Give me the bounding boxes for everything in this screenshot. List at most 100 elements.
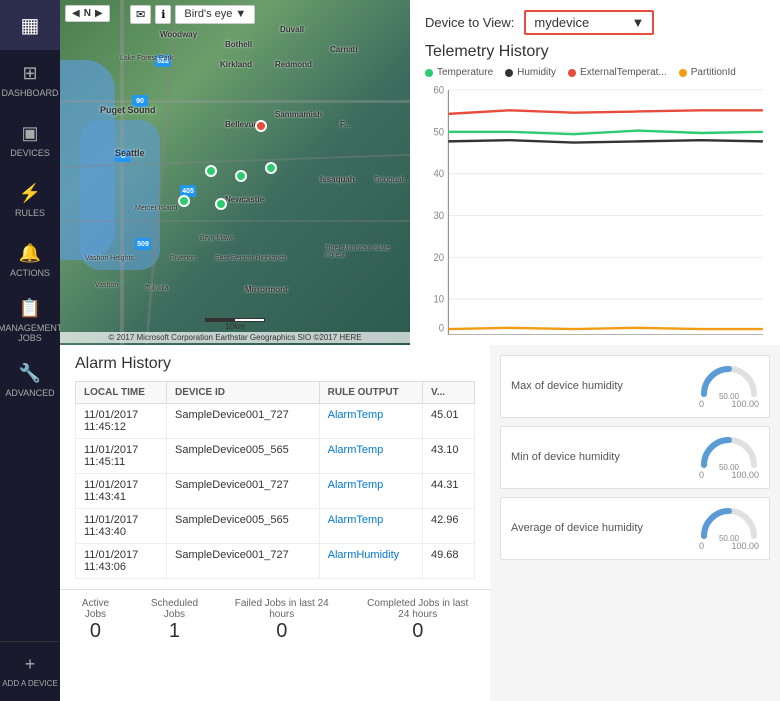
map-scale: 10km bbox=[205, 318, 265, 331]
job-label-2: Failed Jobs in last 24 hours bbox=[233, 598, 331, 620]
gauge-card-2: Average of device humidity 50.00 0100.00 bbox=[500, 497, 770, 560]
actions-icon: 🔔 bbox=[19, 243, 41, 264]
cell-time: 11/01/201711:45:12 bbox=[76, 404, 167, 439]
sidebar-item-advanced[interactable]: 🔧 ADVANCED bbox=[0, 350, 60, 410]
logo-icon: ▦ bbox=[21, 13, 40, 38]
legend-humidity-dot bbox=[505, 69, 513, 77]
cell-value: 45.01 bbox=[422, 404, 474, 439]
table-row[interactable]: 11/01/201711:45:12 SampleDevice001_727 A… bbox=[76, 404, 475, 439]
cell-value: 49.68 bbox=[422, 544, 474, 579]
legend-external-dot bbox=[568, 69, 576, 77]
top-area: 90 522 5 405 509 Woodway Lake Forest Par… bbox=[60, 0, 780, 345]
sidebar-item-rules[interactable]: ⚡ RULES bbox=[0, 170, 60, 230]
map-pin-red[interactable] bbox=[255, 120, 267, 132]
map-info-btn[interactable]: ℹ bbox=[155, 5, 171, 24]
device-value: mydevice bbox=[534, 15, 589, 30]
svg-text:40: 40 bbox=[434, 169, 445, 181]
devices-icon: ▣ bbox=[21, 123, 38, 144]
sidebar-item-actions[interactable]: 🔔 ACTIONS bbox=[0, 230, 60, 290]
map-pin-green-5[interactable] bbox=[178, 195, 190, 207]
svg-text:50.00: 50.00 bbox=[719, 534, 740, 541]
add-icon: + bbox=[25, 654, 36, 675]
cell-device: SampleDevice005_565 bbox=[166, 439, 319, 474]
map-pin-green-1[interactable] bbox=[205, 165, 217, 177]
map-nav-left[interactable]: ◀ bbox=[72, 8, 80, 19]
job-value-1: 1 bbox=[146, 620, 203, 643]
map-pin-green-2[interactable] bbox=[235, 170, 247, 182]
gauge-numbers-2: 0100.00 bbox=[699, 541, 759, 551]
table-row[interactable]: 11/01/201711:45:11 SampleDevice005_565 A… bbox=[76, 439, 475, 474]
device-select-dropdown[interactable]: mydevice ▼ bbox=[524, 10, 654, 35]
svg-text:20: 20 bbox=[434, 252, 445, 264]
legend-external-label: ExternalTemperat... bbox=[580, 67, 667, 78]
legend-partition-dot bbox=[679, 69, 687, 77]
device-label: Device to View: bbox=[425, 15, 514, 30]
add-device-label: ADD A DEVICE bbox=[2, 679, 58, 689]
map-message-btn[interactable]: ✉ bbox=[130, 5, 151, 24]
map-pin-green-3[interactable] bbox=[265, 162, 277, 174]
gauge-label-1: Min of device humidity bbox=[511, 450, 689, 464]
legend-partition-label: PartitionId bbox=[691, 67, 736, 78]
svg-text:0: 0 bbox=[439, 323, 445, 335]
chart-area: 60 50 40 30 20 10 0 bbox=[425, 84, 765, 335]
gauge-label-2: Average of device humidity bbox=[511, 521, 689, 535]
map-toolbar: ◀ N ▶ bbox=[65, 5, 110, 22]
cell-rule: AlarmHumidity bbox=[319, 544, 422, 579]
telemetry-chart: 60 50 40 30 20 10 0 bbox=[425, 84, 765, 335]
map-pin-green-4[interactable] bbox=[215, 198, 227, 210]
cell-device: SampleDevice001_727 bbox=[166, 544, 319, 579]
sidebar-item-label: RULES bbox=[15, 208, 45, 218]
gauge-label-0: Max of device humidity bbox=[511, 379, 689, 393]
legend-humidity-label: Humidity bbox=[517, 67, 556, 78]
add-device-button[interactable]: + ADD A DEVICE bbox=[0, 641, 60, 701]
cell-time: 11/01/201711:43:41 bbox=[76, 474, 167, 509]
gauge-svg-1: 50.00 bbox=[699, 435, 759, 470]
map-nav-right[interactable]: ▶ bbox=[95, 8, 103, 19]
map-attribution: © 2017 Microsoft Corporation Earthstar G… bbox=[60, 332, 410, 343]
cell-time: 11/01/201711:45:11 bbox=[76, 439, 167, 474]
right-panel: Max of device humidity 50.00 0100.00 Min… bbox=[490, 345, 780, 701]
alarm-title: Alarm History bbox=[75, 355, 475, 373]
cell-rule: AlarmTemp bbox=[319, 404, 422, 439]
cell-value: 43.10 bbox=[422, 439, 474, 474]
birds-eye-button[interactable]: Bird's eye ▼ bbox=[175, 5, 255, 24]
job-item-1: Scheduled Jobs1 bbox=[146, 598, 203, 643]
cell-device: SampleDevice001_727 bbox=[166, 474, 319, 509]
sidebar-item-management[interactable]: 📋 MANAGEMENT JOBS bbox=[0, 290, 60, 350]
legend-temp-dot bbox=[425, 69, 433, 77]
job-item-3: Completed Jobs in last 24 hours0 bbox=[361, 598, 475, 643]
job-value-3: 0 bbox=[361, 620, 475, 643]
chart-legend: Temperature Humidity ExternalTemperat...… bbox=[425, 67, 765, 78]
alarm-table-wrapper: LOCAL TIME DEVICE ID RULE OUTPUT V... 11… bbox=[75, 381, 475, 579]
sidebar-item-label: ADVANCED bbox=[5, 388, 54, 398]
gauge-numbers-0: 0100.00 bbox=[699, 399, 759, 409]
bottom-area: Alarm History LOCAL TIME DEVICE ID RULE … bbox=[60, 345, 780, 701]
alarm-section: Alarm History LOCAL TIME DEVICE ID RULE … bbox=[60, 345, 490, 701]
gauge-card-0: Max of device humidity 50.00 0100.00 bbox=[500, 355, 770, 418]
sidebar-item-dashboard[interactable]: ⊞ DASHBOARD bbox=[0, 50, 60, 110]
cell-rule: AlarmTemp bbox=[319, 509, 422, 544]
table-row[interactable]: 11/01/201711:43:40 SampleDevice005_565 A… bbox=[76, 509, 475, 544]
legend-temp-label: Temperature bbox=[437, 67, 493, 78]
cell-device: SampleDevice005_565 bbox=[166, 509, 319, 544]
svg-text:10: 10 bbox=[434, 294, 445, 306]
map-background: 90 522 5 405 509 Woodway Lake Forest Par… bbox=[60, 0, 410, 345]
advanced-icon: 🔧 bbox=[19, 363, 41, 384]
cell-rule: AlarmTemp bbox=[319, 439, 422, 474]
device-select-row: Device to View: mydevice ▼ bbox=[425, 10, 765, 35]
svg-text:50.00: 50.00 bbox=[719, 392, 740, 399]
job-label-1: Scheduled Jobs bbox=[146, 598, 203, 620]
col-device-id: DEVICE ID bbox=[166, 382, 319, 404]
cell-rule: AlarmTemp bbox=[319, 474, 422, 509]
job-value-2: 0 bbox=[233, 620, 331, 643]
job-value-0: 0 bbox=[75, 620, 116, 643]
legend-external: ExternalTemperat... bbox=[568, 67, 667, 78]
table-row[interactable]: 11/01/201711:43:41 SampleDevice001_727 A… bbox=[76, 474, 475, 509]
cell-time: 11/01/201711:43:40 bbox=[76, 509, 167, 544]
cell-time: 11/01/201711:43:06 bbox=[76, 544, 167, 579]
table-row[interactable]: 11/01/201711:43:06 SampleDevice001_727 A… bbox=[76, 544, 475, 579]
sidebar-item-devices[interactable]: ▣ DEVICES bbox=[0, 110, 60, 170]
cell-device: SampleDevice001_727 bbox=[166, 404, 319, 439]
alarm-panel: Alarm History LOCAL TIME DEVICE ID RULE … bbox=[60, 345, 490, 589]
job-item-2: Failed Jobs in last 24 hours0 bbox=[233, 598, 331, 643]
